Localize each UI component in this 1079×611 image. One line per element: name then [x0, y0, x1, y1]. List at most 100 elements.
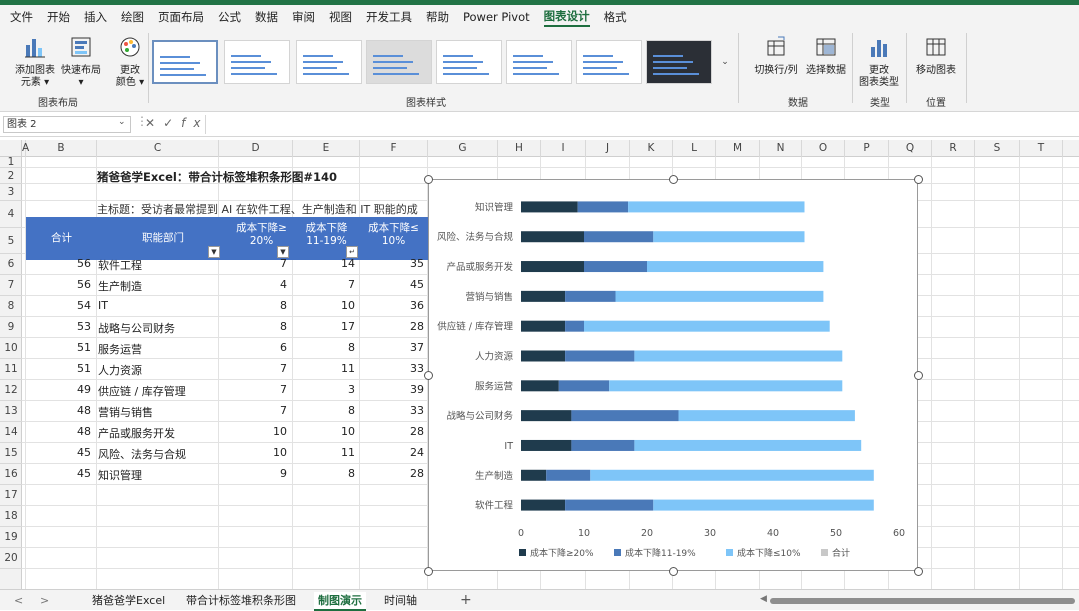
- column-header[interactable]: P: [845, 140, 889, 157]
- cell-dept[interactable]: 生产制造: [98, 278, 142, 294]
- row-header[interactable]: 16: [0, 464, 22, 485]
- cell-dept[interactable]: IT: [98, 299, 108, 312]
- cell-c1[interactable]: 7: [219, 257, 287, 270]
- column-header[interactable]: D: [219, 140, 293, 157]
- cell-c3[interactable]: 24: [360, 446, 424, 459]
- cell-total[interactable]: 45: [26, 446, 91, 459]
- ribbon-tab[interactable]: 开始: [47, 6, 70, 28]
- cell-c3[interactable]: 35: [360, 257, 424, 270]
- resize-handle[interactable]: [914, 567, 923, 576]
- cell-c3[interactable]: 28: [360, 467, 424, 480]
- row-header[interactable]: 9: [0, 317, 22, 338]
- ribbon-tab[interactable]: Power Pivot: [463, 6, 530, 28]
- chart-style-5[interactable]: [436, 40, 502, 84]
- select-all-corner[interactable]: [0, 140, 22, 157]
- cell-c2[interactable]: 10: [293, 425, 355, 438]
- column-header[interactable]: F: [360, 140, 428, 157]
- resize-handle[interactable]: [424, 567, 433, 576]
- row-header[interactable]: 12: [0, 380, 22, 401]
- ribbon-tab[interactable]: 视图: [329, 6, 352, 28]
- cell-dept[interactable]: 风险、法务与合规: [98, 446, 186, 462]
- cell-dept[interactable]: 服务运营: [98, 341, 142, 357]
- row-header[interactable]: 8: [0, 296, 22, 317]
- column-header[interactable]: L: [673, 140, 716, 157]
- cell-c2[interactable]: 8: [293, 341, 355, 354]
- row-header[interactable]: 20: [0, 548, 22, 569]
- confirm-icon[interactable]: ✓: [163, 116, 181, 130]
- row-header[interactable]: 2: [0, 168, 22, 184]
- cell-dept[interactable]: 人力资源: [98, 362, 142, 378]
- cell-c1[interactable]: 7: [219, 383, 287, 396]
- row-header[interactable]: 10: [0, 338, 22, 359]
- cell-c1[interactable]: 10: [219, 425, 287, 438]
- ribbon-tab[interactable]: 审阅: [292, 6, 315, 28]
- column-header[interactable]: N: [760, 140, 802, 157]
- switch-row-column-button[interactable]: 切换行/列: [748, 35, 804, 77]
- resize-handle[interactable]: [669, 567, 678, 576]
- resize-handle[interactable]: [914, 175, 923, 184]
- row-header[interactable]: 6: [0, 254, 22, 275]
- resize-handle[interactable]: [914, 371, 923, 380]
- row-header[interactable]: 11: [0, 359, 22, 380]
- column-header[interactable]: C: [97, 140, 219, 157]
- ribbon-tab[interactable]: 页面布局: [158, 6, 204, 28]
- cell-c2[interactable]: 10: [293, 299, 355, 312]
- chart-style-4[interactable]: [366, 40, 432, 84]
- chart-area[interactable]: 知识管理 风险、法务与合规 产品或服务开发 营销与销售 供应链 / 库存管理 人力资源 服务…: [428, 179, 918, 571]
- row-header[interactable]: 13: [0, 401, 22, 422]
- column-header[interactable]: J: [586, 140, 630, 157]
- row-header[interactable]: 18: [0, 506, 22, 527]
- cell-c2[interactable]: 8: [293, 404, 355, 417]
- chart-style-8[interactable]: [646, 40, 712, 84]
- cell-c3[interactable]: 33: [360, 362, 424, 375]
- next-sheet-button[interactable]: >: [40, 592, 49, 609]
- cell-c3[interactable]: 28: [360, 425, 424, 438]
- cell-total[interactable]: 51: [26, 362, 91, 375]
- cell-c3[interactable]: 28: [360, 320, 424, 333]
- column-header[interactable]: B: [26, 140, 97, 157]
- cell-c1[interactable]: 6: [219, 341, 287, 354]
- resize-handle[interactable]: [424, 371, 433, 380]
- cell-c2[interactable]: 11: [293, 362, 355, 375]
- sheet-tab[interactable]: 猪爸爸学Excel: [92, 592, 165, 609]
- cell-c3[interactable]: 36: [360, 299, 424, 312]
- column-header[interactable]: T: [1020, 140, 1063, 157]
- column-header[interactable]: Q: [889, 140, 932, 157]
- cell-c2[interactable]: 17: [293, 320, 355, 333]
- cell-total[interactable]: 56: [26, 278, 91, 291]
- cell-c1[interactable]: 8: [219, 320, 287, 333]
- ribbon-tab[interactable]: 插入: [84, 6, 107, 28]
- chart-style-3[interactable]: [296, 40, 362, 84]
- cell-c1[interactable]: 9: [219, 467, 287, 480]
- cell-dept[interactable]: 软件工程: [98, 257, 142, 273]
- add-chart-element-button[interactable]: 添加图表 元素 ▾: [12, 35, 58, 89]
- column-header[interactable]: R: [932, 140, 975, 157]
- column-header[interactable]: H: [498, 140, 541, 157]
- cell-c2[interactable]: 11: [293, 446, 355, 459]
- name-box[interactable]: 图表 2: [3, 116, 131, 133]
- cell-c1[interactable]: 7: [219, 362, 287, 375]
- resize-handle[interactable]: [424, 175, 433, 184]
- sheet-tab[interactable]: 制图演示: [314, 592, 366, 611]
- cell-c1[interactable]: 8: [219, 299, 287, 312]
- name-box-dropdown-icon[interactable]: ⌄: [118, 117, 126, 127]
- column-header[interactable]: E: [293, 140, 360, 157]
- ribbon-tab[interactable]: 公式: [218, 6, 241, 28]
- cell-c1[interactable]: 4: [219, 278, 287, 291]
- prev-sheet-button[interactable]: <: [14, 592, 23, 609]
- cell-total[interactable]: 51: [26, 341, 91, 354]
- row-header[interactable]: 1: [0, 157, 22, 168]
- row-header[interactable]: 15: [0, 443, 22, 464]
- ribbon-tab[interactable]: 文件: [10, 6, 33, 28]
- cell-c3[interactable]: 45: [360, 278, 424, 291]
- cell-total[interactable]: 56: [26, 257, 91, 270]
- ribbon-tab[interactable]: 绘图: [121, 6, 144, 28]
- row-header[interactable]: 19: [0, 527, 22, 548]
- column-header[interactable]: O: [802, 140, 845, 157]
- chart-style-2[interactable]: [224, 40, 290, 84]
- cell-c1[interactable]: 7: [219, 404, 287, 417]
- row-header[interactable]: 17: [0, 485, 22, 506]
- cell-total[interactable]: 48: [26, 425, 91, 438]
- chart-style-7[interactable]: [576, 40, 642, 84]
- ribbon-tab[interactable]: 格式: [604, 6, 627, 28]
